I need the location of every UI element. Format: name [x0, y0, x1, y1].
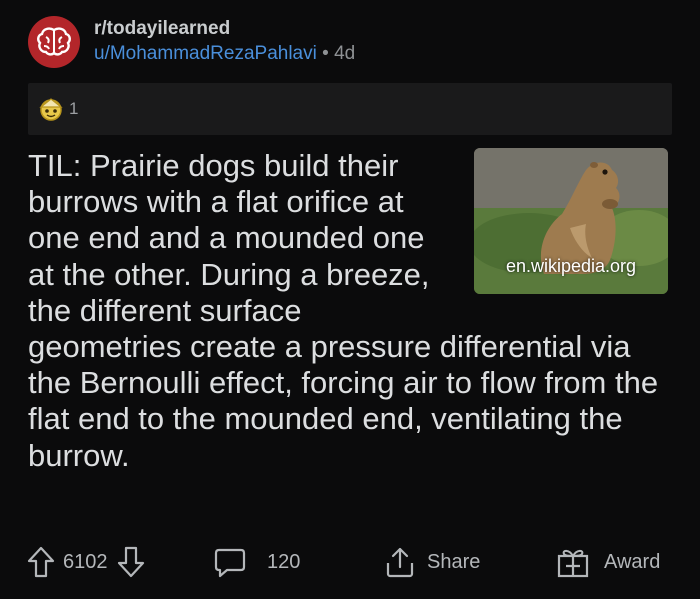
brain-icon: [37, 27, 71, 56]
byline-separator: •: [322, 43, 329, 64]
action-bar: 6102 120 Share Award: [0, 540, 700, 584]
arrow-up-icon[interactable]: [26, 545, 56, 579]
subreddit-name[interactable]: r/todayilearned: [94, 18, 355, 41]
comments-button[interactable]: 120: [213, 540, 300, 584]
arrow-down-icon[interactable]: [116, 545, 146, 579]
award-count: 1: [69, 99, 79, 118]
post-age: 4d: [334, 43, 356, 64]
speech-bubble-icon: [214, 548, 246, 578]
award-button[interactable]: Award: [556, 540, 660, 584]
post-body: en.wikipedia.org TIL: Prairie dogs build…: [28, 148, 668, 474]
share-button[interactable]: Share: [383, 540, 480, 584]
link-thumbnail[interactable]: en.wikipedia.org: [474, 148, 668, 294]
link-domain: en.wikipedia.org: [505, 255, 637, 276]
vote-score: 6102: [63, 550, 108, 573]
helpful-award-icon: [39, 98, 63, 121]
post-header: r/todayilearned u/MohammadRezaPahlavi • …: [28, 14, 355, 70]
byline: u/MohammadRezaPahlavi • 4d: [94, 43, 355, 66]
author-link[interactable]: u/MohammadRezaPahlavi: [94, 43, 317, 64]
vote-group: 6102: [26, 540, 146, 584]
comment-count: 120: [267, 550, 301, 573]
post-meta: r/todayilearned u/MohammadRezaPahlavi • …: [94, 18, 355, 66]
share-icon: [386, 547, 414, 578]
gift-icon: [557, 549, 589, 578]
subreddit-avatar[interactable]: [28, 16, 80, 68]
awards-bar[interactable]: 1: [28, 83, 672, 135]
share-label: Share: [427, 550, 481, 573]
award-label: Award: [604, 550, 661, 573]
